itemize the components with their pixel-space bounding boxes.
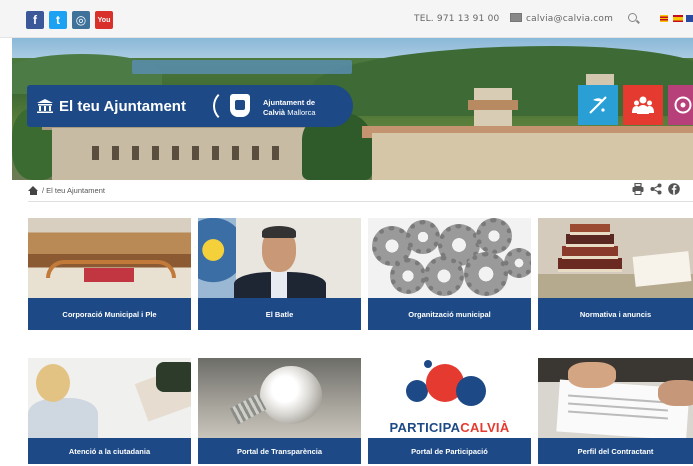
- town-hall-icon: [37, 99, 53, 113]
- social-links: f t ◎ You: [26, 11, 113, 29]
- gear: [476, 218, 512, 254]
- hero-photo-window: [212, 146, 219, 160]
- tile-label: Organització municipal: [368, 298, 531, 330]
- spanish-flag-icon[interactable]: [673, 15, 683, 22]
- participa-logo-image: PARTICIPACALVIÀ: [368, 358, 531, 438]
- hero-photo-window: [172, 146, 179, 160]
- hero-photo-window: [112, 146, 119, 160]
- hero-photo-window: [272, 146, 279, 160]
- book: [570, 224, 610, 235]
- divider: [28, 201, 693, 202]
- hero-photo-building: [372, 133, 693, 180]
- clerk-sleeve: [156, 362, 191, 392]
- email-link[interactable]: calvia@calvia.com: [526, 14, 613, 24]
- facebook-icon[interactable]: f: [26, 11, 44, 29]
- instagram-icon[interactable]: ◎: [72, 11, 90, 29]
- contract-signing-image: [538, 358, 693, 438]
- mayor-painting: [198, 218, 236, 298]
- tile-label: Atenció a la ciutadania: [28, 438, 191, 464]
- logo-line-2: Calvià Mallorca: [263, 108, 316, 117]
- speech-bubble: [424, 360, 432, 368]
- wordmark-part-1: PARTICIPA: [389, 420, 461, 435]
- tile-label: Portal de Participació: [368, 438, 531, 464]
- logo-line-1: Ajuntament de: [263, 98, 316, 107]
- share-icon[interactable]: [650, 183, 662, 195]
- tile-label: Portal de Transparència: [198, 438, 361, 464]
- phone-number: TEL. 971 13 91 00: [414, 14, 500, 24]
- woman-hair: [36, 364, 70, 402]
- hero-photo-window: [232, 146, 239, 160]
- gear: [390, 258, 426, 294]
- bulb-glass: [260, 366, 322, 424]
- print-icon[interactable]: [632, 183, 644, 195]
- hero-photo-roof: [468, 100, 518, 110]
- book: [562, 246, 618, 259]
- hero-photo-window: [252, 146, 259, 160]
- tile-label: Normativa i anuncis: [538, 298, 693, 330]
- book: [566, 234, 614, 247]
- hero-photo-window: [92, 146, 99, 160]
- logo-island: Mallorca: [287, 108, 316, 117]
- council-chairs: [84, 268, 134, 282]
- weather-button[interactable]: [578, 85, 618, 125]
- participa-wordmark: PARTICIPACALVIÀ: [374, 420, 525, 435]
- wordmark-part-2: CALVIÀ: [460, 420, 510, 435]
- info-icon: [674, 96, 692, 114]
- signing-hand: [658, 380, 693, 406]
- info-button[interactable]: [668, 85, 693, 125]
- mayor-hair: [262, 226, 296, 238]
- books-image: [538, 218, 693, 298]
- speech-bubble: [456, 376, 486, 406]
- language-flag-icon[interactable]: [686, 15, 693, 22]
- hero-photo-window: [152, 146, 159, 160]
- people-icon: [632, 96, 654, 114]
- gear: [424, 256, 464, 296]
- catalan-flag-icon[interactable]: [660, 15, 668, 22]
- document-paper: [632, 251, 692, 287]
- gears-image: [368, 218, 531, 298]
- breadcrumb-current: / El teu Ajuntament: [42, 186, 105, 195]
- signing-hand: [568, 362, 616, 388]
- citizen-service-image: [28, 358, 191, 438]
- hero-photo-window: [132, 146, 139, 160]
- mayor-shirt: [271, 272, 287, 298]
- page-tools: [632, 183, 680, 195]
- speech-bubble: [406, 380, 428, 402]
- lightbulb-image: [198, 358, 361, 438]
- gear: [464, 252, 508, 296]
- bulb-base: [229, 393, 267, 425]
- woman-body: [28, 398, 98, 438]
- page-title-banner: El teu Ajuntament: [27, 85, 213, 127]
- logo-city: Calvià: [263, 108, 286, 117]
- tile-label: El Batle: [198, 298, 361, 330]
- mail-icon: [510, 13, 522, 22]
- book: [558, 258, 622, 272]
- weather-icon: [589, 96, 607, 114]
- crest-icon: [230, 94, 250, 117]
- tile-label: Corporació Municipal i Ple: [28, 298, 191, 330]
- council-chamber-image: [28, 218, 191, 298]
- home-icon[interactable]: [28, 186, 39, 195]
- top-bar: f t ◎ You TEL. 971 13 91 00 calvia@calvi…: [0, 0, 693, 38]
- tile-label: Perfil del Contractant: [538, 438, 693, 464]
- mayor-portrait-image: [198, 218, 361, 298]
- gear: [504, 248, 531, 278]
- youtube-icon[interactable]: You: [95, 11, 113, 29]
- twitter-icon[interactable]: t: [49, 11, 67, 29]
- hero-photo-sea: [132, 60, 352, 74]
- page-title: El teu Ajuntament: [59, 97, 186, 115]
- facebook-share-icon[interactable]: [668, 183, 680, 195]
- citizens-button[interactable]: [623, 85, 663, 125]
- search-icon[interactable]: [628, 13, 637, 22]
- council-logo[interactable]: Ajuntament de Calvià Mallorca: [213, 85, 353, 127]
- gear: [406, 220, 440, 254]
- breadcrumb: / El teu Ajuntament: [28, 186, 105, 195]
- hero-photo-window: [192, 146, 199, 160]
